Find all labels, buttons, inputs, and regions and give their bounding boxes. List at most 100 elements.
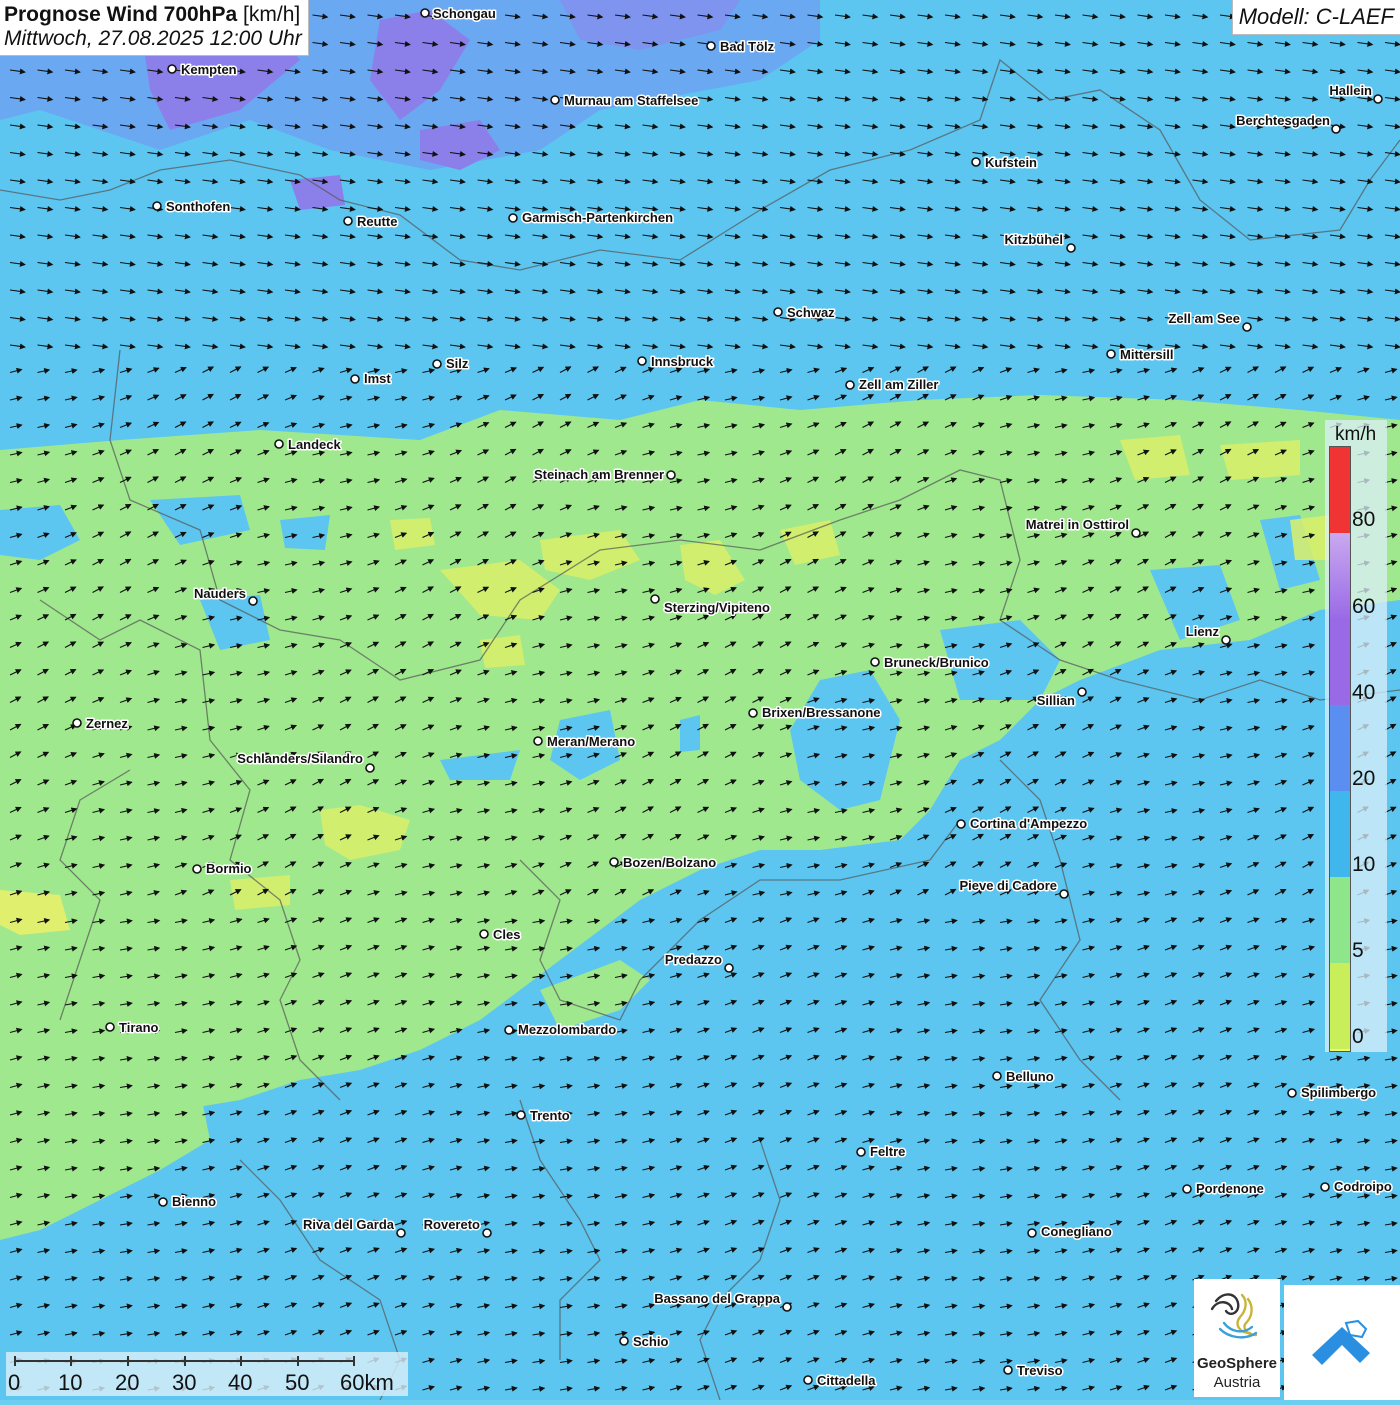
city-dot xyxy=(508,213,518,223)
city-label: Reutte xyxy=(357,214,397,229)
scale-label: 50 xyxy=(285,1370,310,1395)
city-dot xyxy=(1242,322,1252,332)
city-label: Bozen/Bolzano xyxy=(623,855,716,870)
city-label: Pordenone xyxy=(1196,1181,1264,1196)
scale-tick xyxy=(353,1356,355,1366)
legend-tick-60: 60 xyxy=(1352,595,1376,618)
city-label: Pieve di Cadore xyxy=(959,878,1057,893)
scale-tick xyxy=(184,1356,186,1366)
city-dot xyxy=(1287,1088,1297,1098)
city-label: Tirano xyxy=(119,1020,159,1035)
city-dot xyxy=(1077,687,1087,697)
city-label: Sillian xyxy=(1037,693,1075,708)
legend-unit: km/h xyxy=(1335,424,1377,445)
city-label: Trento xyxy=(530,1108,570,1123)
city-label: Feltre xyxy=(870,1144,905,1159)
city-label: Bad Tölz xyxy=(720,39,775,54)
city-dot xyxy=(396,1228,406,1238)
city-label: Kufstein xyxy=(985,155,1037,170)
city-label: Bormio xyxy=(206,861,252,876)
legend-seg-red xyxy=(1330,447,1350,533)
city-label: Cles xyxy=(493,927,520,942)
map-title: Prognose Wind 700hPa [km/h] xyxy=(4,3,302,27)
city-dot xyxy=(152,201,162,211)
geosphere-logo-line1: GeoSphere xyxy=(1196,1355,1278,1372)
city-dot xyxy=(482,1228,492,1238)
legend-seg-yellowgreen xyxy=(1330,963,1350,1049)
city-label: Zernez xyxy=(86,716,128,731)
city-dot xyxy=(504,1025,514,1035)
city-dot xyxy=(1331,124,1341,134)
legend-seg-skyblue xyxy=(1330,791,1350,877)
app-chevron-icon xyxy=(1312,1319,1370,1365)
city-label: Sterzing/Vipiteno xyxy=(664,600,770,615)
wind-map[interactable]: Schongau Bad Tölz Kempten Murnau am Staffel… xyxy=(0,0,1400,1400)
legend-tick-0: 0 xyxy=(1352,1025,1364,1048)
city-dot xyxy=(956,819,966,829)
city-dot xyxy=(992,1071,1002,1081)
city-label: Rovereto xyxy=(424,1217,480,1232)
geosphere-logo[interactable]: GeoSphere Austria xyxy=(1194,1279,1280,1397)
city-label: Zell am See xyxy=(1168,311,1240,326)
city-label: Murnau am Staffelsee xyxy=(564,93,698,108)
city-label: Schio xyxy=(633,1334,668,1349)
city-dot xyxy=(748,708,758,718)
city-dot xyxy=(1131,528,1141,538)
scale-tick xyxy=(14,1356,16,1366)
scale-tick xyxy=(70,1356,72,1366)
city-dot xyxy=(1066,243,1076,253)
city-dot xyxy=(1003,1365,1013,1375)
city-label: Spilimbergo xyxy=(1301,1085,1376,1100)
city-dot xyxy=(350,374,360,384)
city-dot xyxy=(619,1336,629,1346)
model-label: Modell: C-LAEF xyxy=(1231,0,1400,35)
city-dot xyxy=(432,359,442,369)
city-label: Bruneck/Brunico xyxy=(884,655,989,670)
city-dot xyxy=(274,439,284,449)
city-dot xyxy=(167,64,177,74)
city-label: Schwaz xyxy=(787,305,835,320)
city-label: Schlanders/Silandro xyxy=(237,751,363,766)
city-label: Mezzolombardo xyxy=(518,1022,616,1037)
city-dot xyxy=(158,1197,168,1207)
legend-bar xyxy=(1329,446,1351,1052)
city-dot xyxy=(248,596,258,606)
title-main: Prognose Wind 700hPa xyxy=(4,3,238,26)
city-label: Schongau xyxy=(433,6,496,21)
city-label: Landeck xyxy=(288,437,342,452)
city-label: Nauders xyxy=(194,586,246,601)
legend-seg-purple2 xyxy=(1330,619,1350,705)
legend-tick-5: 5 xyxy=(1352,939,1364,962)
city-dot xyxy=(971,157,981,167)
city-label: Cittadella xyxy=(817,1373,876,1388)
scale-label: 30 xyxy=(172,1370,197,1395)
city-dot xyxy=(516,1110,526,1120)
scale-label: 40 xyxy=(228,1370,253,1395)
city-dot xyxy=(856,1147,866,1157)
city-dot xyxy=(870,657,880,667)
color-legend: km/h 80 60 40 20 10 5 0 xyxy=(1325,420,1387,1052)
map-title-box: Prognose Wind 700hPa [km/h] Mittwoch, 27… xyxy=(0,0,309,56)
city-label: Hallein xyxy=(1329,83,1372,98)
city-label: Kitzbühel xyxy=(1005,232,1064,247)
scale-tick xyxy=(297,1356,299,1366)
city-dot xyxy=(343,216,353,226)
city-label: Riva del Garda xyxy=(303,1217,395,1232)
city-dot xyxy=(479,929,489,939)
legend-tick-80: 80 xyxy=(1352,508,1376,531)
legend-tick-40: 40 xyxy=(1352,681,1376,704)
scale-bar: 0 10 20 30 40 50 60km xyxy=(6,1352,408,1396)
scale-label: 0 xyxy=(8,1370,21,1395)
legend-seg-purple xyxy=(1330,533,1350,619)
city-dot xyxy=(1106,349,1116,359)
app-logo[interactable] xyxy=(1284,1285,1400,1400)
city-dot xyxy=(782,1302,792,1312)
city-dot xyxy=(192,864,202,874)
city-label: Imst xyxy=(364,371,391,386)
title-unit: [km/h] xyxy=(243,3,301,26)
city-label: Innsbruck xyxy=(651,354,714,369)
city-label: Conegliano xyxy=(1041,1224,1112,1239)
city-label: Garmisch-Partenkirchen xyxy=(522,210,673,225)
city-dot xyxy=(1221,635,1231,645)
city-dot xyxy=(724,963,734,973)
